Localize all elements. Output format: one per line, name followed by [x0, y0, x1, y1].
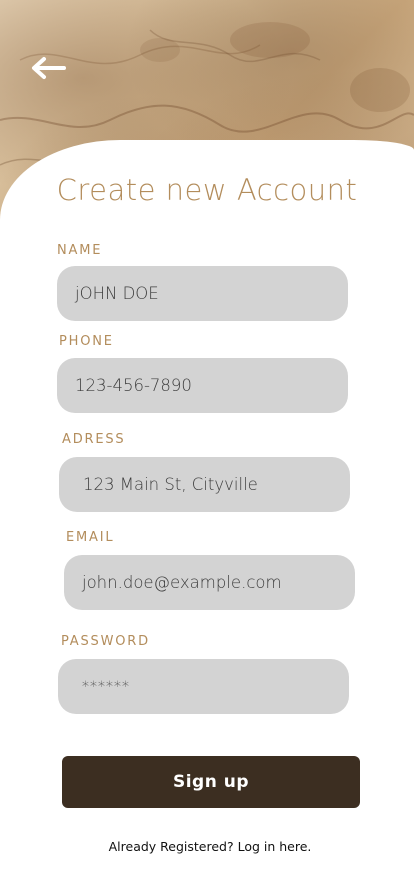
arrow-left-icon — [32, 57, 66, 79]
signup-button[interactable]: Sign up — [62, 756, 360, 808]
password-field[interactable]: ****** — [58, 659, 349, 714]
address-label: ADRESS — [62, 432, 126, 447]
login-link[interactable]: Already Registered? Log in here. — [0, 839, 414, 854]
phone-field[interactable]: 123-456-7890 — [57, 358, 348, 413]
email-field[interactable]: john.doe@example.com — [64, 555, 355, 610]
name-field[interactable]: jOHN DOE — [57, 266, 348, 321]
password-label: PASSWORD — [61, 634, 150, 649]
signup-screen: Create new Account NAME jOHN DOE PHONE 1… — [0, 0, 414, 896]
page-title: Create new Account — [56, 173, 358, 207]
address-field[interactable]: 123 Main St, Cityville — [59, 457, 350, 512]
email-label: EMAIL — [66, 530, 115, 545]
back-button[interactable] — [28, 52, 68, 84]
name-label: NAME — [57, 243, 103, 258]
phone-label: PHONE — [59, 334, 114, 349]
